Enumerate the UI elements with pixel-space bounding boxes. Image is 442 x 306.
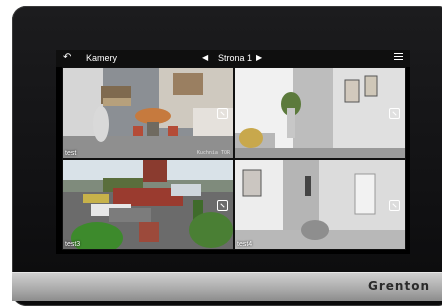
camera-2-image [235, 68, 405, 158]
camera-1-image [63, 68, 233, 158]
expand-camera-2-icon[interactable] [389, 108, 400, 119]
next-page-icon[interactable]: ▶ [256, 53, 262, 62]
brand-logo: Grenton [368, 279, 430, 293]
camera-tile-2[interactable] [234, 67, 406, 159]
camera-3-label: test3 [65, 241, 81, 248]
camera-1-label: test [65, 150, 77, 157]
camera-tile-4[interactable]: test4 [234, 159, 406, 250]
camera-grid: test Kuchnia TOR test3 test4 [62, 67, 406, 250]
screen: ↶ Kamery ◀ Strona 1 ▶ test Kuchnia TOR t… [56, 50, 410, 254]
camera-tile-1[interactable]: test Kuchnia TOR [62, 67, 234, 159]
expand-camera-1-icon[interactable] [217, 108, 228, 119]
camera-3-image [63, 160, 233, 249]
camera-4-label: test4 [237, 241, 253, 248]
camera-4-image [235, 160, 405, 249]
page-indicator: Strona 1 [218, 53, 253, 63]
expand-camera-3-icon[interactable] [217, 200, 228, 211]
page-title: Kamery [86, 53, 118, 63]
camera-1-stamp: Kuchnia TOR [196, 150, 230, 156]
prev-page-icon[interactable]: ◀ [202, 53, 208, 62]
back-arrow-icon[interactable]: ↶ [63, 52, 71, 63]
expand-camera-4-icon[interactable] [389, 200, 400, 211]
camera-tile-3[interactable]: test3 [62, 159, 234, 250]
top-bar: ↶ Kamery ◀ Strona 1 ▶ [56, 50, 410, 67]
menu-icon[interactable] [394, 53, 403, 62]
